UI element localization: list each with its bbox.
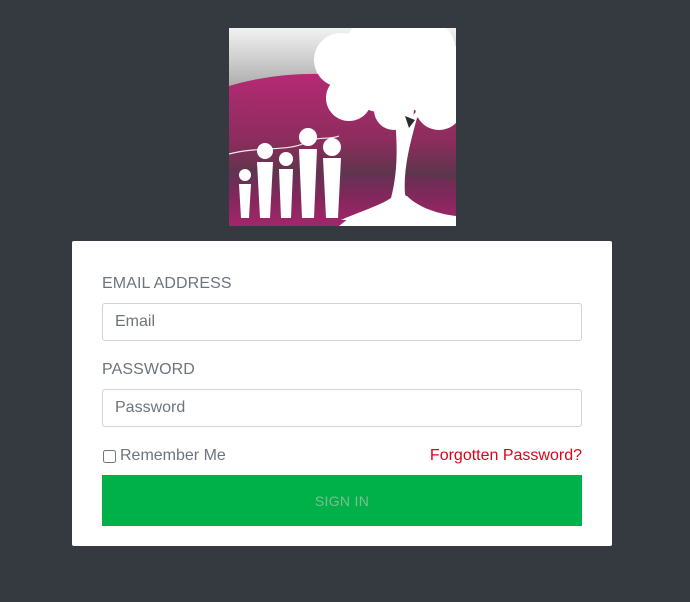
password-label: PASSWORD (102, 361, 195, 378)
remember-me-label: Remember Me (120, 447, 226, 464)
remember-me[interactable]: Remember Me (102, 445, 226, 467)
login-page: EMAIL ADDRESS PASSWORD Remember Me Forgo… (0, 0, 690, 602)
email-input[interactable] (102, 303, 582, 341)
forgot-password-link[interactable]: Forgotten Password? (430, 445, 582, 467)
remember-me-checkbox[interactable] (103, 449, 116, 463)
family-tree-logo-icon (229, 28, 456, 226)
email-label: EMAIL ADDRESS (102, 275, 232, 292)
password-input[interactable] (102, 389, 582, 427)
sign-in-button[interactable]: SIGN IN (102, 475, 582, 526)
login-card: EMAIL ADDRESS PASSWORD Remember Me Forgo… (72, 241, 612, 546)
